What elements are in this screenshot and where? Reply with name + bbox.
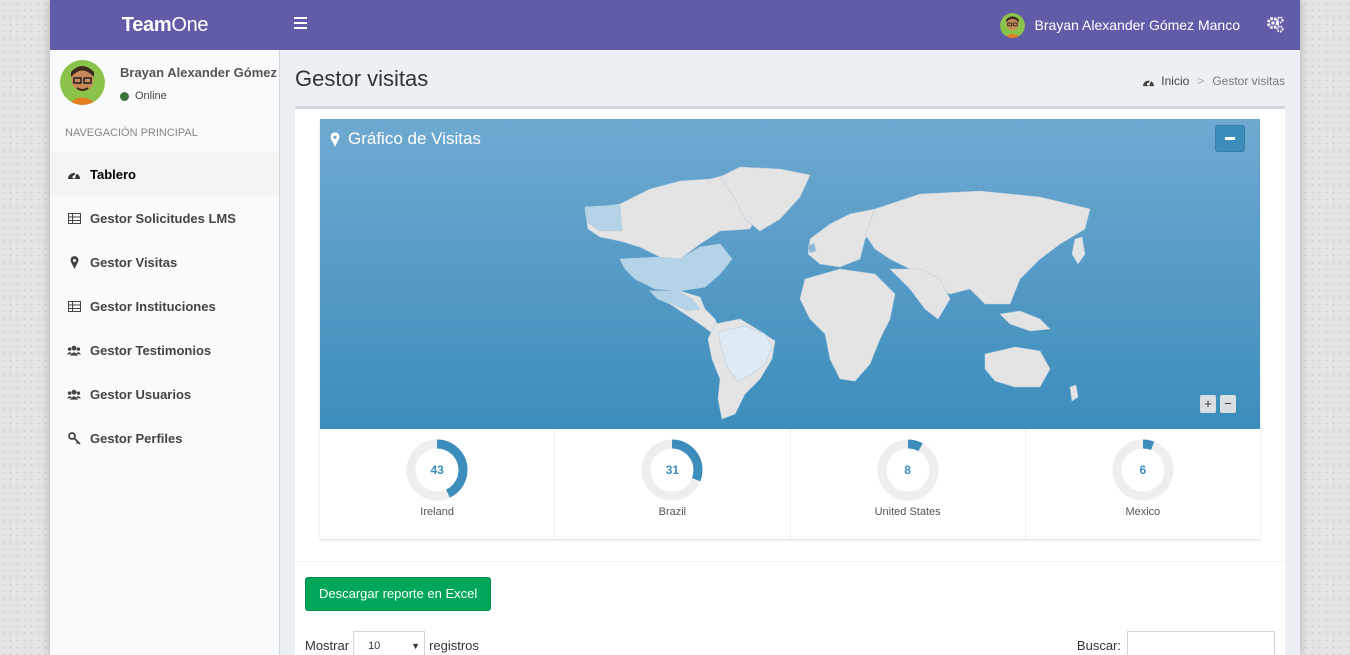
sidebar: Brayan Alexander Gómez M Online NAVEGACI…	[50, 50, 280, 655]
breadcrumb-home-link[interactable]: Inicio	[1161, 74, 1189, 88]
main-content: Gestor visitas Inicio > Gestor visitas G…	[280, 50, 1300, 655]
divider	[295, 561, 1285, 562]
map-panel-title: Gráfico de Visitas	[330, 129, 481, 149]
map-marker-icon	[67, 255, 81, 269]
country-stats: 43 Ireland 31 Brazil 8 United States 6 M…	[320, 429, 1260, 539]
map-marker-icon	[330, 131, 340, 147]
search-input[interactable]	[1127, 631, 1275, 655]
stat-label: Brazil	[658, 506, 687, 518]
sidebar-item-usuarios[interactable]: Gestor Usuarios	[50, 372, 279, 416]
collapse-button[interactable]	[1215, 125, 1245, 152]
stat-value: 6	[1139, 463, 1147, 477]
sidebar-toggle-icon[interactable]	[294, 17, 307, 33]
map-zoom-out-button[interactable]: −	[1220, 395, 1236, 413]
app-window: TeamOne Brayan Alexander Gómez Manco Bra…	[50, 0, 1300, 655]
brand-logo[interactable]: TeamOne	[50, 0, 280, 50]
sidebar-user-name: Brayan Alexander Gómez M	[120, 65, 280, 80]
user-menu[interactable]: Brayan Alexander Gómez Manco	[999, 12, 1240, 38]
download-excel-button[interactable]: Descargar reporte en Excel	[305, 577, 492, 611]
country-stat: 43 Ireland	[320, 429, 556, 539]
records-label: registros	[429, 637, 479, 653]
sidebar-item-visitas[interactable]: Gestor Visitas	[50, 240, 279, 284]
country-stat: 8 United States	[791, 429, 1026, 539]
avatar	[60, 60, 105, 105]
breadcrumb-separator: >	[1197, 74, 1205, 88]
stat-label: United States	[874, 506, 941, 518]
status-badge: Online	[120, 90, 167, 102]
nav-header: NAVEGACIÓN PRINCIPAL	[65, 127, 198, 139]
table-icon	[67, 299, 81, 313]
dashboard-icon	[1142, 76, 1155, 87]
chevron-down-icon: ▼	[411, 641, 421, 651]
sidebar-item-instituciones[interactable]: Gestor Instituciones	[50, 284, 279, 328]
stat-value: 43	[430, 463, 444, 477]
sidebar-item-tablero[interactable]: Tablero	[50, 152, 279, 196]
key-icon	[67, 431, 81, 445]
map-zoom-in-button[interactable]: +	[1200, 395, 1216, 413]
user-panel: Brayan Alexander Gómez M Online	[60, 60, 280, 110]
top-navbar: TeamOne Brayan Alexander Gómez Manco	[50, 0, 1300, 50]
show-label: Mostrar	[305, 637, 350, 653]
breadcrumb-current: Gestor visitas	[1212, 74, 1285, 88]
table-search: Buscar:	[1077, 631, 1275, 655]
page-title: Gestor visitas	[295, 66, 429, 91]
dashboard-icon	[67, 167, 81, 181]
search-label: Buscar:	[1076, 637, 1121, 653]
country-stat: 6 Mexico	[1026, 429, 1260, 539]
stat-value: 8	[904, 463, 911, 477]
users-icon	[67, 387, 81, 401]
page-size-control: Mostrar 10 ▼ registros	[305, 631, 479, 655]
online-dot-icon	[120, 91, 129, 101]
stat-label: Mexico	[1125, 506, 1161, 518]
visits-map-panel: Gráfico de Visitas + − 43 Ireland 31 Bra…	[320, 119, 1260, 539]
sidebar-menu: Tablero Gestor Solicitudes LMS Gestor Vi…	[50, 152, 279, 460]
sidebar-item-solicitudes[interactable]: Gestor Solicitudes LMS	[50, 196, 279, 240]
top-user-name: Brayan Alexander Gómez Manco	[1034, 17, 1240, 33]
avatar	[999, 12, 1025, 38]
content-box: Gráfico de Visitas + − 43 Ireland 31 Bra…	[295, 106, 1285, 655]
country-stat: 31 Brazil	[555, 429, 791, 539]
world-map[interactable]: Gráfico de Visitas + −	[320, 119, 1260, 429]
sidebar-item-perfiles[interactable]: Gestor Perfiles	[50, 416, 279, 460]
stat-label: Ireland	[420, 506, 454, 518]
sidebar-item-testimonios[interactable]: Gestor Testimonios	[50, 328, 279, 372]
gears-icon[interactable]	[1266, 15, 1284, 33]
table-icon	[67, 211, 81, 225]
users-icon	[67, 343, 81, 357]
page-size-select[interactable]: 10 ▼	[353, 631, 426, 655]
breadcrumb: Inicio > Gestor visitas	[1142, 74, 1285, 88]
world-map-svg	[584, 166, 1091, 420]
stat-value: 31	[665, 463, 680, 477]
